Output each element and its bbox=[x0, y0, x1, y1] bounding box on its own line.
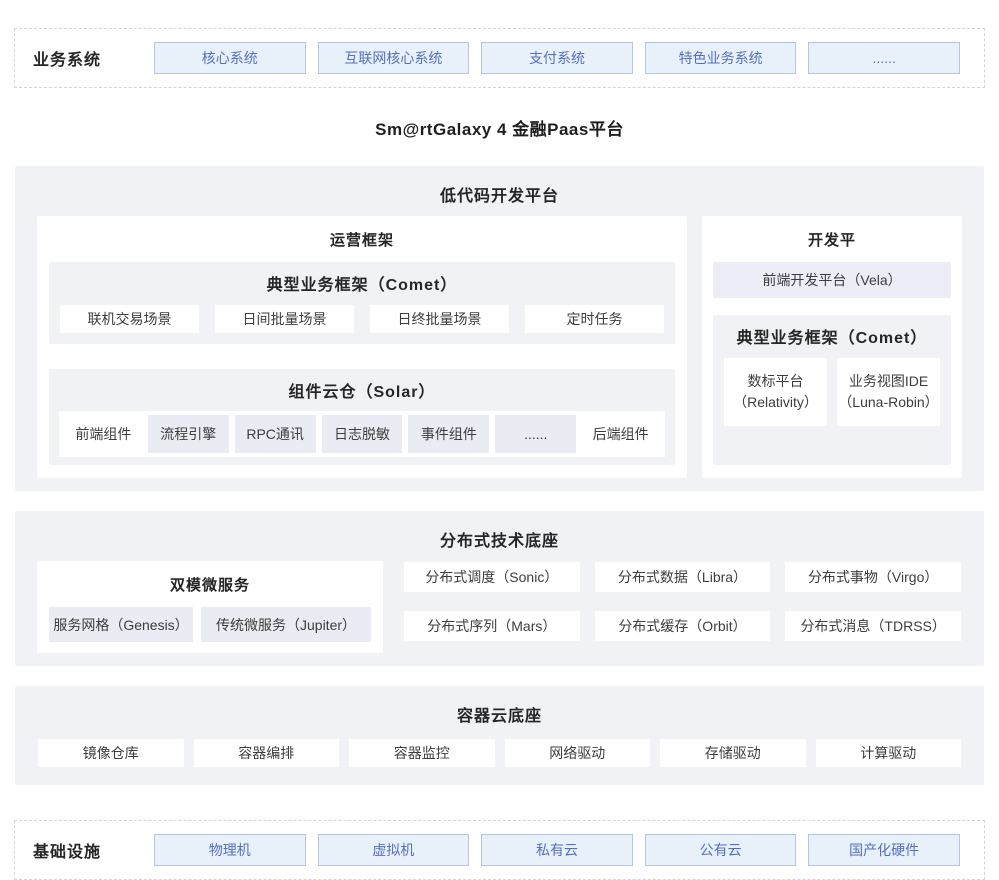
chip-solar-more: ...... bbox=[495, 415, 576, 453]
chip-jupiter-microservice: 传统微服务（Jupiter） bbox=[201, 607, 371, 642]
distributed-services-grid: 分布式调度（Sonic） 分布式数据（Libra） 分布式事物（Virgo） 分… bbox=[403, 561, 962, 653]
chip-frontend-component: 前端组件 bbox=[65, 415, 142, 453]
chip-event-component: 事件组件 bbox=[408, 415, 489, 453]
business-system-internet-core: 互联网核心系统 bbox=[318, 42, 470, 74]
chip-container-monitoring: 容器监控 bbox=[348, 738, 496, 768]
infra-domestic-hardware: 国产化硬件 bbox=[808, 834, 960, 866]
chip-libra-data: 分布式数据（Libra） bbox=[594, 561, 772, 593]
container-chip-row: 镜像仓库 容器编排 容器监控 网络驱动 存储驱动 计算驱动 bbox=[37, 736, 962, 772]
dev-comet-box: 典型业务框架（Comet） 数标平台 （Relativity） 业务视图IDE … bbox=[713, 315, 951, 465]
infra-physical-machine: 物理机 bbox=[154, 834, 306, 866]
infrastructure-row: 基础设施 物理机 虚拟机 私有云 公有云 国产化硬件 bbox=[14, 820, 985, 880]
section-lowcode-platform: 低代码开发平台 运营框架 典型业务框架（Comet） 联机交易场景 日间批量场景… bbox=[15, 166, 984, 491]
infra-private-cloud: 私有云 bbox=[481, 834, 633, 866]
solar-warehouse-box: 组件云仓（Solar） 前端组件 流程引擎 RPC通讯 日志脱敏 事件组件 ..… bbox=[49, 369, 675, 465]
business-system-core: 核心系统 bbox=[154, 42, 306, 74]
business-systems-label: 业务系统 bbox=[33, 46, 142, 70]
comet-chip-row: 联机交易场景 日间批量场景 日终批量场景 定时任务 bbox=[59, 304, 665, 338]
dev-platform-box: 开发平 前端开发平台（Vela） 典型业务框架（Comet） 数标平台 （Rel… bbox=[702, 216, 962, 478]
chip-genesis-service-mesh: 服务网格（Genesis） bbox=[49, 607, 193, 642]
business-system-more: ...... bbox=[808, 42, 960, 74]
chip-relativity-line1: 数标平台 bbox=[748, 371, 804, 392]
solar-chip-strip: 前端组件 流程引擎 RPC通讯 日志脱敏 事件组件 ...... 后端组件 bbox=[59, 411, 665, 457]
chip-orbit-cache: 分布式缓存（Orbit） bbox=[594, 610, 772, 642]
chip-compute-driver: 计算驱动 bbox=[815, 738, 963, 768]
chip-backend-component: 后端组件 bbox=[582, 415, 659, 453]
chip-relativity-platform: 数标平台 （Relativity） bbox=[723, 357, 828, 427]
section-distributed-base: 分布式技术底座 双模微服务 服务网格（Genesis） 传统微服务（Jupite… bbox=[15, 511, 984, 666]
business-system-payment: 支付系统 bbox=[481, 42, 633, 74]
chip-network-driver: 网络驱动 bbox=[504, 738, 652, 768]
dual-mode-chip-row: 服务网格（Genesis） 传统微服务（Jupiter） bbox=[49, 607, 371, 642]
dev-platform-title: 开发平 bbox=[713, 216, 951, 262]
comet-framework-title: 典型业务框架（Comet） bbox=[59, 262, 665, 304]
chip-luna-robin-line1: 业务视图IDE bbox=[849, 371, 928, 392]
chip-scheduled-task: 定时任务 bbox=[524, 304, 665, 334]
chip-mars-sequence: 分布式序列（Mars） bbox=[403, 610, 581, 642]
chip-image-registry: 镜像仓库 bbox=[37, 738, 185, 768]
chip-log-masking: 日志脱敏 bbox=[322, 415, 403, 453]
chip-process-engine: 流程引擎 bbox=[148, 415, 229, 453]
section-container-title: 容器云底座 bbox=[37, 696, 962, 736]
section-container-base: 容器云底座 镜像仓库 容器编排 容器监控 网络驱动 存储驱动 计算驱动 bbox=[15, 686, 984, 785]
dev-comet-chip-row: 数标平台 （Relativity） 业务视图IDE （Luna-Robin） bbox=[723, 357, 941, 429]
chip-rpc-communication: RPC通讯 bbox=[235, 415, 316, 453]
dual-mode-title: 双模微服务 bbox=[49, 561, 371, 607]
chip-virgo-transaction: 分布式事物（Virgo） bbox=[784, 561, 962, 593]
infrastructure-label: 基础设施 bbox=[33, 838, 142, 862]
platform-title: Sm@rtGalaxy 4 金融Paas平台 bbox=[14, 88, 985, 166]
chip-luna-robin-ide: 业务视图IDE （Luna-Robin） bbox=[836, 357, 941, 427]
distributed-content: 双模微服务 服务网格（Genesis） 传统微服务（Jupiter） 分布式调度… bbox=[37, 561, 962, 653]
business-system-special: 特色业务系统 bbox=[645, 42, 797, 74]
chip-endofday-batch: 日终批量场景 bbox=[369, 304, 510, 334]
infra-virtual-machine: 虚拟机 bbox=[318, 834, 470, 866]
architecture-diagram: 业务系统 核心系统 互联网核心系统 支付系统 特色业务系统 ...... Sm@… bbox=[0, 0, 999, 880]
dual-mode-microservice-box: 双模微服务 服务网格（Genesis） 传统微服务（Jupiter） bbox=[37, 561, 383, 653]
chip-sonic-scheduling: 分布式调度（Sonic） bbox=[403, 561, 581, 593]
lowcode-content: 运营框架 典型业务框架（Comet） 联机交易场景 日间批量场景 日终批量场景 … bbox=[37, 216, 962, 478]
dev-comet-title: 典型业务框架（Comet） bbox=[723, 315, 941, 357]
chip-online-transaction: 联机交易场景 bbox=[59, 304, 200, 334]
chip-vela-frontend-platform: 前端开发平台（Vela） bbox=[713, 262, 951, 298]
section-lowcode-title: 低代码开发平台 bbox=[37, 176, 962, 216]
operation-framework-box: 运营框架 典型业务框架（Comet） 联机交易场景 日间批量场景 日终批量场景 … bbox=[37, 216, 687, 478]
chip-tdrss-message: 分布式消息（TDRSS） bbox=[784, 610, 962, 642]
operation-framework-title: 运营框架 bbox=[49, 216, 675, 262]
chip-container-orchestration: 容器编排 bbox=[193, 738, 341, 768]
chip-relativity-line2: （Relativity） bbox=[733, 392, 818, 413]
chip-luna-robin-line2: （Luna-Robin） bbox=[838, 392, 938, 413]
section-distributed-title: 分布式技术底座 bbox=[37, 521, 962, 561]
chip-daytime-batch: 日间批量场景 bbox=[214, 304, 355, 334]
solar-warehouse-title: 组件云仓（Solar） bbox=[59, 369, 665, 411]
chip-storage-driver: 存储驱动 bbox=[659, 738, 807, 768]
infra-public-cloud: 公有云 bbox=[645, 834, 797, 866]
comet-framework-box: 典型业务框架（Comet） 联机交易场景 日间批量场景 日终批量场景 定时任务 bbox=[49, 262, 675, 344]
business-systems-row: 业务系统 核心系统 互联网核心系统 支付系统 特色业务系统 ...... bbox=[14, 28, 985, 88]
